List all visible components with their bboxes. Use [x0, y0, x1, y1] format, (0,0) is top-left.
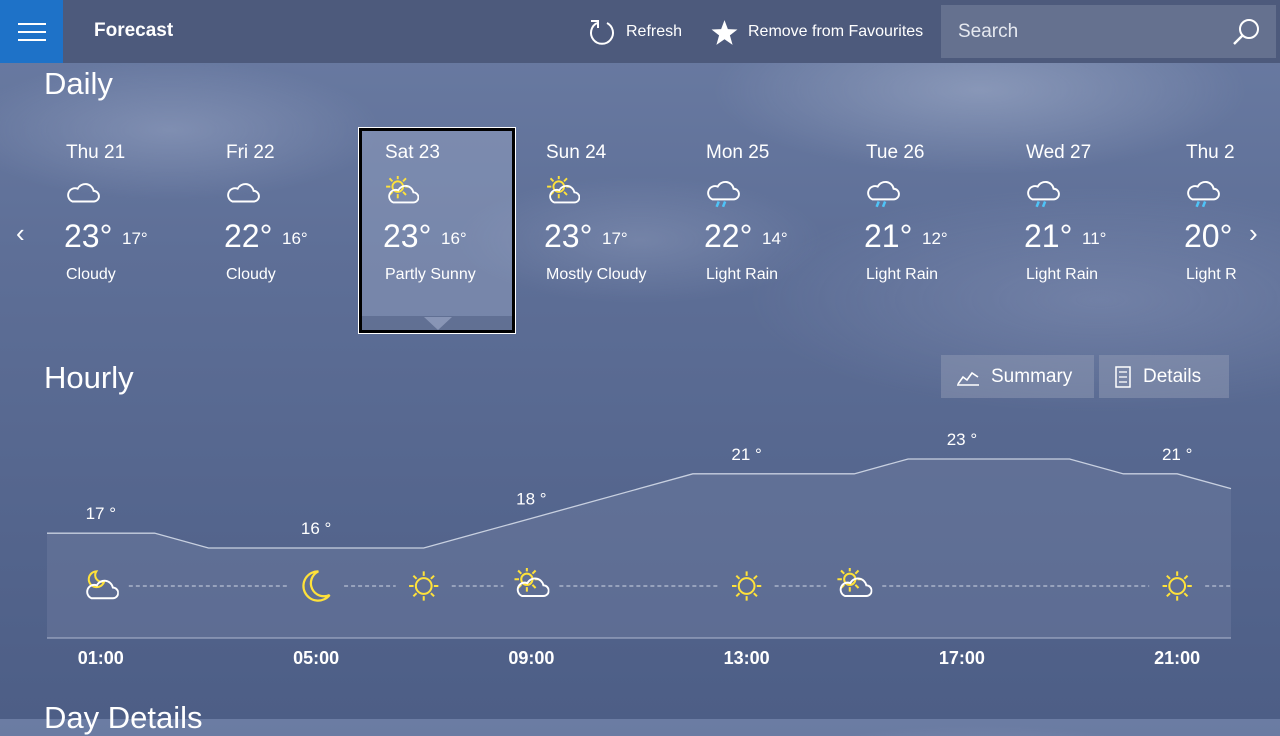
- summary-button[interactable]: Summary: [941, 355, 1094, 398]
- selected-notch: [424, 317, 452, 330]
- search-icon[interactable]: [1232, 18, 1260, 46]
- summary-label: Summary: [991, 365, 1073, 387]
- x-tick-label: 05:00: [293, 648, 339, 668]
- day-details-heading: Day Details: [44, 700, 203, 735]
- light-rain-icon: [1187, 180, 1220, 208]
- day-name: Wed 27: [1026, 142, 1092, 163]
- daily-card-3[interactable]: Sun 24 23° 17° Mostly Cloudy: [520, 128, 676, 333]
- favourite-button[interactable]: Remove from Favourites: [711, 14, 923, 50]
- light-rain-icon: [707, 180, 740, 208]
- refresh-button[interactable]: Refresh: [588, 14, 682, 50]
- day-name: Thu 21: [66, 142, 126, 163]
- app-title: Forecast: [94, 20, 174, 41]
- details-list-icon: [1115, 365, 1131, 388]
- daily-card-5[interactable]: Tue 26 21° 12° Light Rain: [840, 128, 996, 333]
- refresh-label: Refresh: [626, 23, 683, 40]
- x-tick-label: 21:00: [1154, 648, 1200, 668]
- daily-heading: Daily: [44, 66, 113, 101]
- condition-label: Light Rain: [866, 266, 939, 283]
- low-temp: 14°: [762, 229, 788, 248]
- condition-label: Cloudy: [226, 266, 276, 283]
- refresh-icon: [590, 20, 614, 45]
- line-chart-icon: [957, 371, 979, 386]
- hourly-temperature-chart: 17 ° 16 ° 18 ° 21 ° 23 ° 21 ° 01:00 05:00 09:00 1…: [47, 430, 1232, 668]
- low-temp: 16°: [441, 229, 467, 248]
- high-temp: 23°: [383, 218, 432, 254]
- day-name: Sat 23: [385, 142, 440, 163]
- condition-label: Cloudy: [66, 266, 116, 283]
- daily-card-0[interactable]: Thu 21 23° 17° Cloudy: [40, 128, 196, 333]
- high-temp: 22°: [224, 218, 273, 254]
- low-temp: 11°: [1082, 229, 1107, 248]
- hamburger-icon: [17, 22, 46, 41]
- x-tick-label: 09:00: [508, 648, 554, 668]
- search-input[interactable]: [956, 19, 1220, 44]
- high-temp: 23°: [64, 218, 113, 254]
- light-rain-icon: [1027, 180, 1060, 208]
- details-label: Details: [1143, 365, 1202, 387]
- star-icon: [711, 19, 738, 45]
- search-box[interactable]: [941, 5, 1276, 58]
- high-temp: 23°: [544, 218, 593, 254]
- condition-label: Light Rain: [706, 266, 779, 283]
- day-name: Fri 22: [226, 142, 275, 163]
- high-temp: 20°: [1184, 218, 1233, 254]
- daily-card-6[interactable]: Wed 27 21° 11° Light Rain: [1000, 128, 1156, 333]
- low-temp: 17°: [602, 229, 628, 248]
- daily-forecast-strip: Thu 21 23° 17° Cloudy Fri 22 22° 16° Clo…: [40, 120, 1255, 340]
- day-name: Tue 26: [866, 142, 925, 163]
- temp-label: 18 °: [516, 489, 546, 508]
- low-temp: 12°: [922, 229, 948, 248]
- favourite-label: Remove from Favourites: [748, 23, 924, 40]
- daily-card-1[interactable]: Fri 22 22° 16° Cloudy: [200, 128, 356, 333]
- mostly-cloudy-icon: [547, 174, 581, 204]
- condition-label: Mostly Cloudy: [546, 266, 647, 283]
- temp-label: 21 °: [731, 445, 761, 464]
- daily-card-2[interactable]: Sat 23 23° 16° Partly Sunny: [358, 127, 516, 334]
- low-temp: 16°: [282, 229, 308, 248]
- x-tick-label: 13:00: [724, 648, 770, 668]
- condition-label: Light R: [1186, 266, 1237, 283]
- high-temp: 21°: [864, 218, 913, 254]
- temp-label: 17 °: [86, 504, 116, 523]
- temp-label: 23 °: [947, 430, 977, 449]
- low-temp: 17°: [122, 229, 148, 248]
- hourly-heading: Hourly: [44, 360, 134, 395]
- x-tick-label: 17:00: [939, 648, 985, 668]
- daily-card-7[interactable]: Thu 2 20° Light R: [1160, 128, 1255, 333]
- day-name: Thu 2: [1186, 142, 1235, 163]
- temp-label: 21 °: [1162, 445, 1192, 464]
- light-rain-icon: [867, 180, 900, 208]
- temp-label: 16 °: [301, 519, 331, 538]
- x-tick-label: 01:00: [78, 648, 124, 668]
- cloudy-icon: [227, 183, 260, 203]
- day-name: Mon 25: [706, 142, 770, 163]
- daily-card-4[interactable]: Mon 25 22° 14° Light Rain: [680, 128, 836, 333]
- day-name: Sun 24: [546, 142, 607, 163]
- condition-label: Partly Sunny: [385, 266, 476, 283]
- high-temp: 22°: [704, 218, 753, 254]
- high-temp: 21°: [1024, 218, 1073, 254]
- menu-button[interactable]: [0, 0, 63, 63]
- cloudy-icon: [67, 183, 100, 203]
- details-button[interactable]: Details: [1099, 355, 1229, 398]
- previous-arrow-icon[interactable]: ‹: [16, 218, 25, 249]
- condition-label: Light Rain: [1026, 266, 1099, 283]
- partly-sunny-icon: [386, 174, 420, 204]
- top-bar: Forecast Refresh Remove from Favourites: [0, 0, 1280, 63]
